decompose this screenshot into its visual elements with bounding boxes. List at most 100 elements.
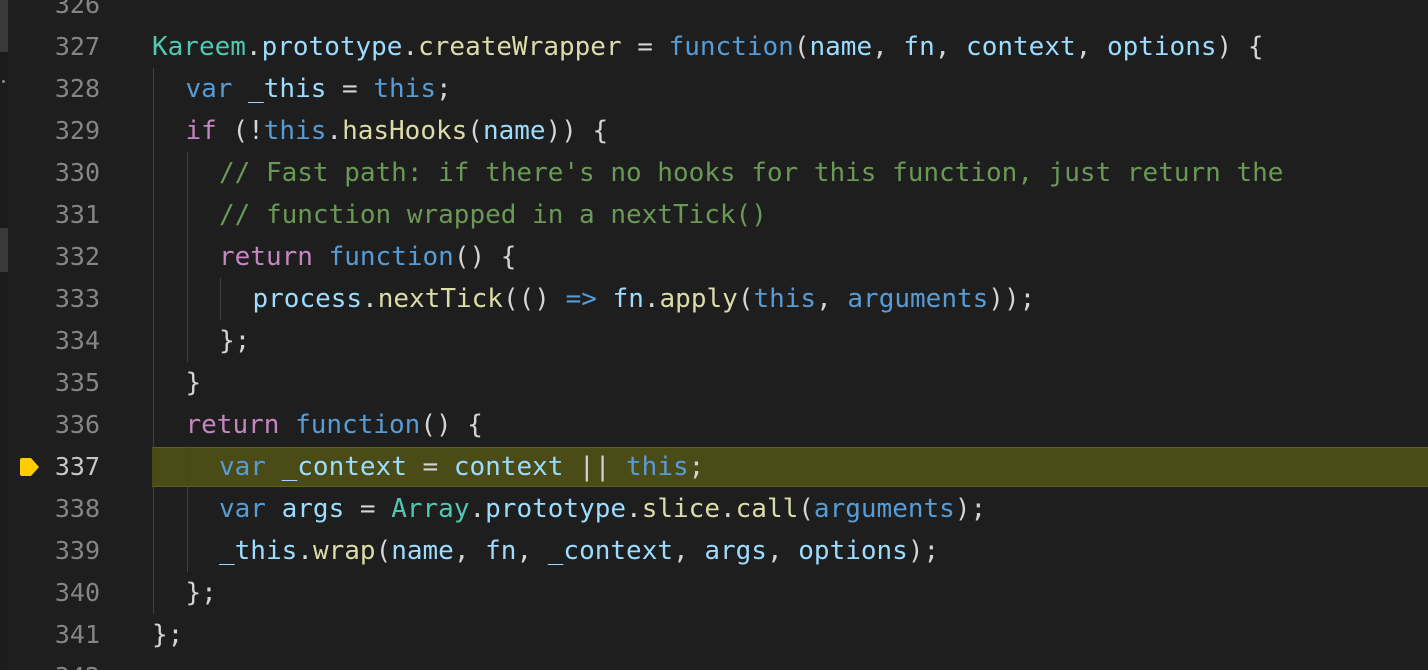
- code-token: ,: [1075, 32, 1107, 62]
- line-number: 331: [54, 200, 100, 229]
- code-line[interactable]: 334};: [0, 320, 1428, 362]
- code-token: (: [467, 116, 483, 146]
- code-token: .: [362, 284, 378, 314]
- code-token: Kareem: [152, 32, 246, 62]
- indent-guide: [153, 572, 154, 614]
- code-token: _context: [281, 452, 407, 482]
- code-token: args: [704, 536, 767, 566]
- code-line[interactable]: 332 return function() {: [0, 236, 1428, 278]
- code-line[interactable]: 330 // Fast path: if there's no hooks for…: [0, 152, 1428, 194]
- code-token: name: [391, 536, 454, 566]
- code-line[interactable]: 339 _this.wrap(name, fn, _context, args, …: [0, 530, 1428, 572]
- line-code: // Fast path: if there's no hooks for th…: [219, 152, 1283, 194]
- code-token: arguments: [847, 284, 989, 314]
- line-number: 337: [54, 452, 100, 481]
- code-token: context: [966, 32, 1076, 62]
- line-code: _this.wrap(name, fn, _context, args, opt…: [219, 530, 939, 572]
- code-token: .: [402, 32, 419, 62]
- indent-guide: [153, 530, 154, 572]
- code-token: nextTick: [377, 284, 503, 314]
- code-line[interactable]: 326: [0, 0, 1428, 26]
- indent-guide: [153, 68, 154, 110]
- code-token: fn: [903, 32, 935, 62]
- code-editor[interactable]: 326 327 Kareem.prototype.createWrapper = f…: [0, 0, 1428, 670]
- code-token: =>: [565, 284, 597, 314]
- code-token: .: [326, 116, 343, 146]
- code-token: (!: [216, 116, 264, 146]
- indent-guide: [153, 362, 154, 404]
- code-token: };: [219, 326, 251, 356]
- code-token: );: [954, 494, 987, 524]
- code-line[interactable]: 336 return function() {: [0, 404, 1428, 446]
- code-token: .: [719, 494, 736, 524]
- code-line[interactable]: 333 process.nextTick(() => fn.apply(this,…: [0, 278, 1428, 320]
- code-line[interactable]: 327 Kareem.prototype.createWrapper = func…: [0, 26, 1428, 68]
- code-token: if: [185, 116, 217, 146]
- code-token: apply: [659, 284, 738, 314]
- code-line[interactable]: 328 var _this = this;: [0, 68, 1428, 110]
- code-token: .: [469, 494, 486, 524]
- indent-guide: [153, 488, 154, 530]
- code-token: _this: [248, 74, 327, 104]
- code-line[interactable]: 342: [0, 656, 1428, 670]
- code-line[interactable]: 329 if (!this.hasHooks(name)) {: [0, 110, 1428, 152]
- indent-guide: [220, 278, 221, 320]
- code-token: var: [219, 452, 266, 482]
- line-number: 336: [54, 410, 100, 439]
- line-number: 339: [54, 536, 100, 565]
- code-token: function: [295, 410, 421, 440]
- code-token: .: [643, 284, 660, 314]
- code-token: ||: [563, 452, 627, 482]
- code-token: () {: [453, 242, 517, 272]
- code-token: .: [626, 494, 642, 524]
- indent-guide: [186, 278, 188, 320]
- code-line[interactable]: 335}: [0, 362, 1428, 404]
- code-token: =: [621, 32, 669, 62]
- code-line[interactable]: 340};: [0, 572, 1428, 614]
- code-token: ,: [516, 536, 548, 566]
- code-token: }: [185, 368, 202, 398]
- code-token: };: [152, 620, 184, 650]
- code-token: fn: [485, 536, 517, 566]
- code-token: function: [328, 242, 454, 272]
- line-code: }: [186, 362, 202, 404]
- code-token: call: [735, 494, 799, 524]
- code-line[interactable]: 337 var _context = context || this;: [0, 446, 1428, 488]
- code-token: ,: [872, 32, 904, 62]
- indent-guide: [186, 152, 188, 194]
- code-token: process: [252, 284, 363, 314]
- code-token: )) {: [545, 116, 609, 146]
- code-token: .: [245, 32, 262, 62]
- code-line[interactable]: 341};: [0, 614, 1428, 656]
- line-number: 340: [54, 578, 100, 607]
- code-token: this: [753, 284, 817, 314]
- line-code: var args = Array.prototype.slice.call(ar…: [219, 488, 986, 530]
- code-token: (: [375, 536, 392, 566]
- code-token: ));: [988, 284, 1036, 314]
- indent-guide: [186, 194, 188, 236]
- code-token: hasHooks: [342, 116, 468, 146]
- code-token: ((): [502, 284, 566, 314]
- line-code: };: [186, 572, 217, 614]
- code-line[interactable]: 338 var args = Array.prototype.slice.call…: [0, 488, 1428, 530]
- code-token: slice: [641, 494, 720, 524]
- code-token: =: [406, 452, 454, 482]
- indent-guide: [153, 446, 154, 488]
- code-token: this: [373, 74, 436, 104]
- code-token: () {: [420, 410, 483, 440]
- indent-guide: [186, 530, 188, 572]
- line-code: process.nextTick(() => fn.apply(this, ar…: [253, 278, 1036, 320]
- code-token: options: [798, 536, 908, 566]
- code-token: =: [344, 494, 392, 524]
- code-token: function: [668, 32, 794, 62]
- code-token: var: [185, 74, 233, 104]
- indent-guide: [186, 446, 188, 488]
- line-number: 328: [54, 74, 100, 103]
- code-token: prototype: [485, 494, 627, 524]
- code-line[interactable]: 331 // function wrapped in a nextTick(): [0, 194, 1428, 236]
